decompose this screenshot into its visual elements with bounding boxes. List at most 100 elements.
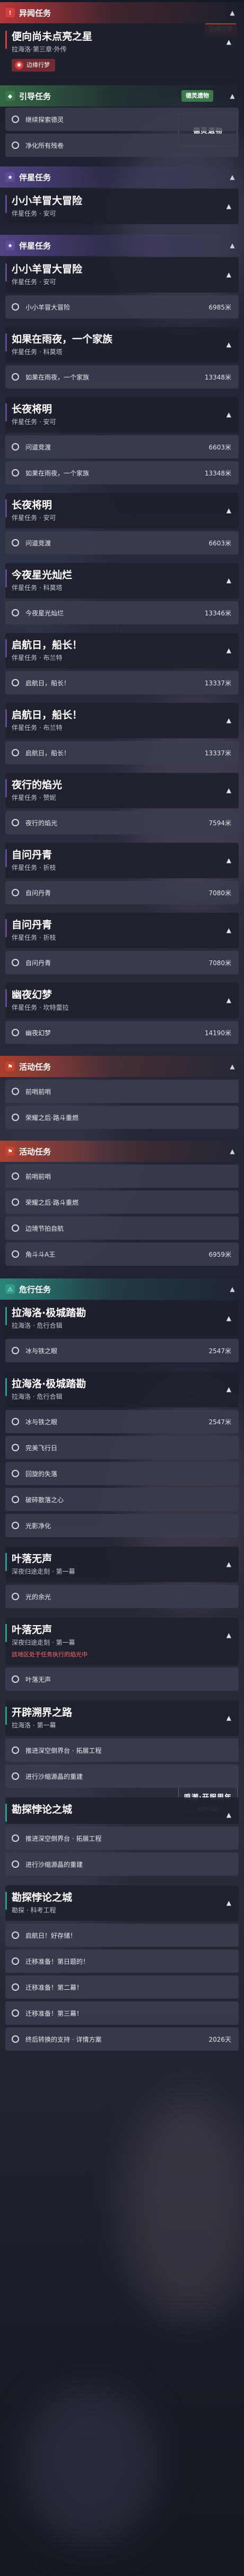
section-header-event[interactable]: ⚑ 活动任务 ▲ bbox=[0, 1056, 244, 1077]
objective-ring-icon bbox=[12, 1470, 19, 1477]
chevron-up-icon[interactable]: ▲ bbox=[226, 38, 231, 46]
chevron-up-icon[interactable]: ▲ bbox=[226, 341, 231, 348]
section-header-companion[interactable]: ★ 伴星任务 ▲ bbox=[0, 235, 244, 256]
objective-row[interactable]: 冰与铁之眼 2547米 bbox=[5, 1410, 239, 1433]
card-accent bbox=[5, 1307, 7, 1325]
quest-card[interactable]: 小小羊冒大冒险 伴星任务 · 安可 ▲ bbox=[5, 189, 239, 224]
chevron-up-icon[interactable]: ▲ bbox=[226, 1285, 239, 1293]
quest-card[interactable]: 启航日，船长！ 伴星任务 · 布兰特 ▲ bbox=[5, 703, 239, 738]
quest-card[interactable]: 夜行的焰光 伴星任务 · 赞妮 ▲ bbox=[5, 773, 239, 808]
objective-row[interactable]: 如果在雨夜，一个家族 13348米 bbox=[5, 365, 239, 389]
section-header-bounty[interactable]: !异闻任务▲边缘行梦 bbox=[0, 2, 244, 35]
quest-tag[interactable]: ◉ 边缘行梦 bbox=[12, 59, 55, 72]
chevron-up-icon[interactable]: ▲ bbox=[226, 1386, 231, 1393]
chip-badge[interactable]: 德灵遗物 bbox=[181, 90, 213, 102]
objective-row[interactable]: 启航日，船长！ 13337米 bbox=[5, 671, 239, 694]
chevron-up-icon[interactable]: ▲ bbox=[226, 1811, 231, 1819]
quest-card[interactable]: 拉海洛·极城踏勘 拉海洛 · 危行合辑 ▲ bbox=[5, 1372, 239, 1407]
quest-card[interactable]: 自问丹青 伴星任务 · 折枝 ▲ bbox=[5, 843, 239, 878]
quest-card[interactable]: 叶落无声 深夜归途走刻 · 第一幕 ▲ 該地区处于任务执行的焰光中 bbox=[5, 1618, 239, 1665]
chevron-up-icon[interactable]: ▲ bbox=[226, 1315, 231, 1322]
objective-row[interactable]: 光的余光 bbox=[5, 1585, 239, 1608]
chevron-up-icon[interactable]: ▲ bbox=[226, 271, 231, 278]
chevron-up-icon[interactable]: ▲ bbox=[226, 996, 231, 1004]
objective-row[interactable]: 夜行的焰光 7594米 bbox=[5, 811, 239, 834]
objective-row[interactable]: 破碎散落之心 bbox=[5, 1488, 239, 1511]
quest-card[interactable]: 今夜星光灿烂 伴星任务 · 科莫塔 ▲ bbox=[5, 563, 239, 598]
quest-card[interactable]: 小小羊冒大冒险 伴星任务 · 安可 ▲ bbox=[5, 257, 239, 293]
quest-card[interactable]: 勘探悖论之城 勘探 · 科考工程 ▲ bbox=[5, 1885, 239, 1921]
chevron-up-icon[interactable]: ▲ bbox=[226, 1631, 231, 1639]
chevron-up-icon[interactable]: ▲ bbox=[226, 787, 231, 794]
quest-card[interactable]: 勘探悖论之城 ▲ bbox=[5, 1797, 239, 1824]
objective-row[interactable]: 进行沙缩源晶的重建 bbox=[5, 1852, 239, 1876]
chevron-up-icon[interactable]: ▲ bbox=[226, 717, 231, 724]
section-header-companion[interactable]: ★ 伴星任务 ▲ bbox=[0, 166, 244, 188]
quest-card[interactable]: 便向尚未点亮之星 拉海洛·第三章·外传 ▲ ◉ 边缘行梦 bbox=[5, 24, 239, 78]
quest-card[interactable]: 长夜将明 伴星任务 · 安可 ▲ bbox=[5, 493, 239, 528]
quest-card[interactable]: 开辟溯界之路 拉海洛 · 第一幕 ▲ bbox=[5, 1700, 239, 1736]
card-accent bbox=[5, 639, 7, 657]
chevron-up-icon[interactable]: ▲ bbox=[226, 577, 231, 584]
objective-row[interactable]: 光影净化 bbox=[5, 1514, 239, 1537]
section-header-guide[interactable]: ◆ 引导任务 ▲ 德灵遗物 bbox=[0, 85, 244, 107]
objective-row[interactable]: 启航日！好存储！ bbox=[5, 1924, 239, 1947]
objective-row[interactable]: 荣耀之后·路斗重燃 bbox=[5, 1190, 239, 1214]
objective-row[interactable]: 迁移准备！第日题的！ bbox=[5, 1949, 239, 1973]
chevron-up-icon[interactable]: ▲ bbox=[226, 857, 231, 864]
quest-card[interactable]: 自问丹青 伴星任务 · 折枝 ▲ bbox=[5, 913, 239, 948]
objective-row[interactable]: 角斗斗A王 6959米 bbox=[5, 1242, 239, 1266]
chevron-up-icon[interactable]: ▲ bbox=[226, 1560, 231, 1568]
objective-row[interactable]: 冰与铁之眼 2547米 bbox=[5, 1339, 239, 1362]
chevron-up-icon[interactable]: ▲ bbox=[226, 927, 231, 934]
quest-subtitle: 伴星任务 · 折枝 bbox=[12, 864, 56, 871]
chevron-up-icon[interactable]: ▲ bbox=[226, 173, 239, 181]
chevron-up-icon[interactable]: ▲ bbox=[226, 9, 239, 16]
objective-row[interactable]: 推进深空倒界台 · 拓展工程 bbox=[5, 1827, 239, 1850]
objective-row[interactable]: 小小羊冒大冒险 6985米 bbox=[5, 295, 239, 319]
objective-row[interactable]: 净化所有残卷 bbox=[5, 134, 239, 157]
quest-card[interactable]: 拉海洛·极城踏勘 拉海洛 · 危行合辑 ▲ bbox=[5, 1301, 239, 1336]
objective-row[interactable]: 幽夜幻梦 14190米 bbox=[5, 1021, 239, 1044]
objective-row[interactable]: 问道竞渡 6603米 bbox=[5, 435, 239, 458]
quest-title: 长夜将明 bbox=[12, 403, 53, 415]
chevron-up-icon[interactable]: ▲ bbox=[226, 1148, 239, 1155]
objective-row[interactable]: 完美飞行日 bbox=[5, 1436, 239, 1459]
objective-row[interactable]: 边境节拍自航 bbox=[5, 1216, 239, 1240]
chevron-up-icon[interactable]: ▲ bbox=[226, 507, 231, 514]
objective-row[interactable]: 荣耀之后·路斗重燃 bbox=[5, 1106, 239, 1129]
quest-card[interactable]: 启航日，船长！ 伴星任务 · 布兰特 ▲ bbox=[5, 633, 239, 668]
quest-card[interactable]: 叶落无声 深夜归途走刻 · 第一幕 ▲ bbox=[5, 1547, 239, 1582]
objective-row[interactable]: 自问丹青 7080米 bbox=[5, 951, 239, 974]
objective-row[interactable]: 推进深空倒界台 · 拓展工程 bbox=[5, 1739, 239, 1762]
objective-row[interactable]: 叶落无声 bbox=[5, 1668, 239, 1691]
objective-row[interactable]: 继续探索德灵 bbox=[5, 108, 239, 131]
chevron-up-icon[interactable]: ▲ bbox=[226, 1714, 231, 1722]
objective-row[interactable]: 终后转换的支持 · 详情方案 2026天 bbox=[5, 2027, 239, 2051]
objective-row[interactable]: 进行沙缩源晶的重建 bbox=[5, 1765, 239, 1788]
chevron-up-icon[interactable]: ▲ bbox=[226, 202, 231, 210]
section-header-danger[interactable]: ⚠ 危行任务 ▲ bbox=[0, 1278, 244, 1300]
section-header-event[interactable]: ⚑ 活动任务 ▲ bbox=[0, 1141, 244, 1162]
objective-row[interactable]: 如果在雨夜，一个家族 13348米 bbox=[5, 461, 239, 484]
quest-card[interactable]: 幽夜幻梦 伴星任务 · 坎特蕾拉 ▲ bbox=[5, 983, 239, 1018]
chevron-up-icon[interactable]: ▲ bbox=[226, 1063, 239, 1070]
quest-card[interactable]: 长夜将明 伴星任务 · 安可 ▲ bbox=[5, 397, 239, 433]
objective-row[interactable]: 今夜星光灿烂 13346米 bbox=[5, 601, 239, 624]
chevron-up-icon[interactable]: ▲ bbox=[226, 242, 239, 249]
chevron-up-icon[interactable]: ▲ bbox=[226, 647, 231, 654]
objective-row[interactable]: 迁移准备！第二幕！ bbox=[5, 1975, 239, 1999]
objective-row[interactable]: 前哨前哨 bbox=[5, 1165, 239, 1188]
chevron-up-icon[interactable]: ▲ bbox=[226, 411, 231, 418]
objective-row[interactable]: 启航日，船长！ 13337米 bbox=[5, 741, 239, 764]
quest-card[interactable]: 如果在雨夜，一个家族 伴星任务 · 科莫塔 ▲ bbox=[5, 327, 239, 363]
objective-row[interactable]: 前哨前哨 bbox=[5, 1080, 239, 1103]
card-accent bbox=[5, 403, 7, 421]
objective-row[interactable]: 问道竞渡 6603米 bbox=[5, 531, 239, 554]
objective-row[interactable]: 自问丹青 7080米 bbox=[5, 881, 239, 904]
chevron-up-icon[interactable]: ▲ bbox=[226, 92, 239, 100]
objective-label: 角斗斗A王 bbox=[25, 1250, 56, 1258]
objective-row[interactable]: 回旋的失落 bbox=[5, 1462, 239, 1485]
objective-row[interactable]: 迁移准备！第三幕！ bbox=[5, 2001, 239, 2025]
chevron-up-icon[interactable]: ▲ bbox=[226, 1899, 231, 1907]
